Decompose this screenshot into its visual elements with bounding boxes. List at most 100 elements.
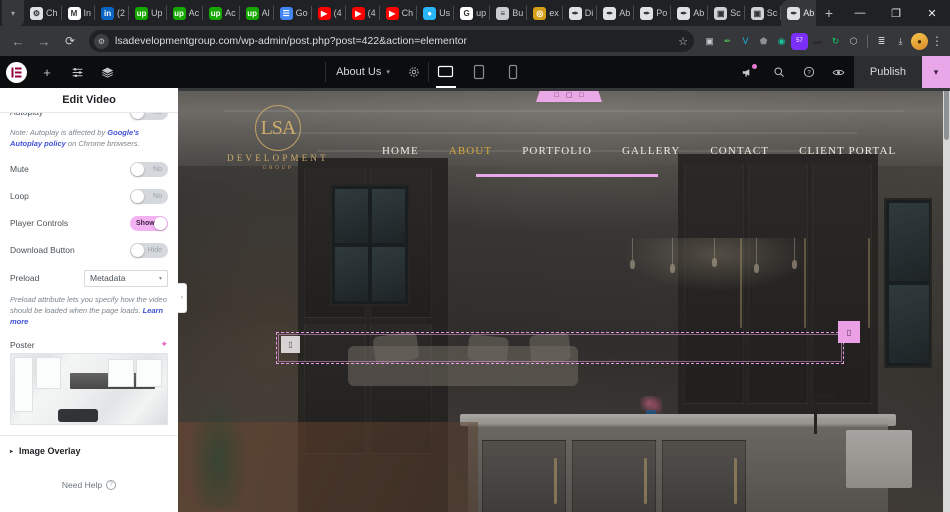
- desktop-view-button[interactable]: [429, 56, 463, 88]
- browser-tab-title: Up: [151, 8, 163, 18]
- selected-widget-outline[interactable]: ▯ ▯: [276, 321, 860, 364]
- nav-link-portfolio[interactable]: PORTFOLIO: [522, 145, 592, 157]
- browser-tab[interactable]: ✒ Ab: [671, 0, 709, 26]
- whats-new-button[interactable]: [734, 56, 764, 88]
- tab-list-chevron-icon[interactable]: ▾: [2, 0, 24, 26]
- browser-tab[interactable]: ☰ Go: [274, 0, 312, 26]
- nav-link-contact[interactable]: CONTACT: [710, 145, 769, 157]
- browser-tab[interactable]: up Up: [129, 0, 167, 26]
- help-button[interactable]: ?: [794, 56, 824, 88]
- delete-section-icon[interactable]: □: [579, 92, 583, 99]
- toggle-player-controls[interactable]: Show: [130, 215, 168, 231]
- new-tab-button[interactable]: +: [816, 0, 842, 26]
- poster-image-preview[interactable]: [10, 353, 168, 426]
- site-logo[interactable]: LSA DEVELOPMENT GROUP: [220, 105, 336, 171]
- scrollbar-thumb[interactable]: [944, 88, 949, 140]
- mobile-view-button[interactable]: [497, 56, 531, 88]
- panel-collapse-button[interactable]: ‹: [178, 283, 187, 313]
- need-help-footer[interactable]: Need Help ?: [0, 466, 178, 506]
- minimize-window-button[interactable]: —: [842, 0, 878, 26]
- browser-tab[interactable]: ▶ (4: [346, 0, 380, 26]
- browser-tab[interactable]: ≡ Bu: [490, 0, 528, 26]
- publish-button[interactable]: Publish: [853, 56, 922, 88]
- browser-tab[interactable]: ▣ Sc: [745, 0, 782, 26]
- edit-widget-handle-icon[interactable]: ▯: [838, 321, 860, 343]
- maximize-window-button[interactable]: ❐: [878, 0, 914, 26]
- bookmark-star-icon[interactable]: ☆: [678, 35, 688, 48]
- nav-link-about[interactable]: ABOUT: [449, 145, 492, 157]
- page-info-icon[interactable]: ⚙: [94, 33, 109, 49]
- control-preload[interactable]: Preload Metadata ▾: [0, 264, 178, 293]
- site-settings-button[interactable]: [62, 56, 92, 88]
- browser-tab[interactable]: ▣ Sc: [708, 0, 745, 26]
- browser-tab[interactable]: ◎ ex: [527, 0, 563, 26]
- control-label-player-controls: Player Controls: [10, 218, 69, 229]
- notes-extension[interactable]: ✒: [719, 33, 736, 50]
- dark-extension[interactable]: ▬: [809, 33, 826, 50]
- browser-tab[interactable]: ▶ (4: [312, 0, 346, 26]
- vimeo-extension[interactable]: V: [737, 33, 754, 50]
- toggle-download-button[interactable]: Hide: [130, 242, 168, 258]
- preload-select[interactable]: Metadata ▾: [84, 269, 168, 287]
- duplicate-section-icon[interactable]: ▢: [566, 92, 573, 99]
- profile-avatar[interactable]: ●: [911, 32, 928, 50]
- badge-extension[interactable]: 57: [791, 32, 808, 50]
- downloads-icon[interactable]: ⤓: [892, 33, 909, 50]
- browser-tab[interactable]: ▶ Ch: [380, 0, 418, 26]
- browser-tab[interactable]: ⚙ Ch: [24, 0, 62, 26]
- browser-tab[interactable]: ✒ Ab: [597, 0, 635, 26]
- document-settings-button[interactable]: [400, 66, 428, 78]
- screenshot-extension[interactable]: ▣: [701, 33, 718, 50]
- document-name-button[interactable]: About Us ▾: [326, 56, 400, 88]
- nav-link-gallery[interactable]: GALLERY: [622, 145, 680, 157]
- preload-selected-value: Metadata: [90, 273, 126, 284]
- close-window-button[interactable]: ✕: [914, 0, 950, 26]
- browser-tab[interactable]: up Al: [240, 0, 274, 26]
- browser-tab[interactable]: ✒ Di: [563, 0, 598, 26]
- elementor-logo-button[interactable]: [0, 56, 32, 88]
- control-download-button[interactable]: Download Button Hide: [0, 237, 178, 264]
- reading-list-icon[interactable]: ≣: [873, 33, 890, 50]
- browser-menu-icon[interactable]: ⋮: [930, 34, 944, 48]
- browser-tab[interactable]: M In: [62, 0, 96, 26]
- back-button[interactable]: ←: [6, 29, 30, 53]
- editor-canvas[interactable]: LSA DEVELOPMENT GROUP HOME ABOUT PORTFOLIO…: [178, 88, 950, 512]
- control-player-controls[interactable]: Player Controls Show: [0, 210, 178, 237]
- tablet-view-button[interactable]: [463, 56, 497, 88]
- forward-button[interactable]: →: [32, 29, 56, 53]
- drag-widget-handle-icon[interactable]: ▯: [281, 336, 300, 353]
- control-loop[interactable]: Loop No: [0, 183, 178, 210]
- browser-tab[interactable]: Gup: [454, 0, 491, 26]
- ai-sparkle-icon[interactable]: ✦: [160, 339, 168, 350]
- browser-tab[interactable]: up Ac: [203, 0, 240, 26]
- address-bar[interactable]: ⚙ lsadevelopmentgroup.com/wp-admin/post.…: [89, 30, 694, 52]
- control-autoplay[interactable]: Autoplay No: [0, 113, 178, 126]
- browser-tab[interactable]: ● Us: [417, 0, 455, 26]
- add-element-button[interactable]: +: [32, 56, 62, 88]
- nav-link-client-portal[interactable]: CLIENT PORTAL: [799, 145, 896, 157]
- toggle-mute[interactable]: No: [130, 161, 168, 177]
- grammarly-extension[interactable]: ◉: [773, 33, 790, 50]
- upwork-icon: up: [172, 6, 186, 20]
- control-mute[interactable]: Mute No: [0, 156, 178, 183]
- canvas-scrollbar[interactable]: [943, 88, 950, 512]
- preview-changes-button[interactable]: [824, 56, 854, 88]
- edit-section-icon[interactable]: □: [554, 92, 558, 99]
- elementor-page-icon: ✒: [603, 6, 617, 20]
- sync-extension[interactable]: ↻: [827, 33, 844, 50]
- toolbar-divider: [867, 34, 868, 48]
- toggle-loop[interactable]: No: [130, 188, 168, 204]
- nav-link-home[interactable]: HOME: [382, 145, 419, 157]
- browser-tab[interactable]: in (2: [95, 0, 130, 26]
- browser-tab[interactable]: up Ac: [167, 0, 204, 26]
- reload-button[interactable]: ⟳: [58, 29, 82, 53]
- browser-tab-active[interactable]: ✒Ab✕: [781, 0, 816, 26]
- puzzle-extensions-icon[interactable]: ⬡: [845, 33, 862, 50]
- publish-options-chevron-icon[interactable]: ▾: [922, 56, 950, 88]
- section-image-overlay[interactable]: ▸ Image Overlay: [0, 436, 178, 466]
- browser-tab[interactable]: ✒ Po: [634, 0, 672, 26]
- structure-layers-button[interactable]: [92, 56, 122, 88]
- finder-search-button[interactable]: [764, 56, 794, 88]
- shield-extension[interactable]: ⬟: [755, 33, 772, 50]
- toggle-autoplay[interactable]: No: [130, 113, 168, 120]
